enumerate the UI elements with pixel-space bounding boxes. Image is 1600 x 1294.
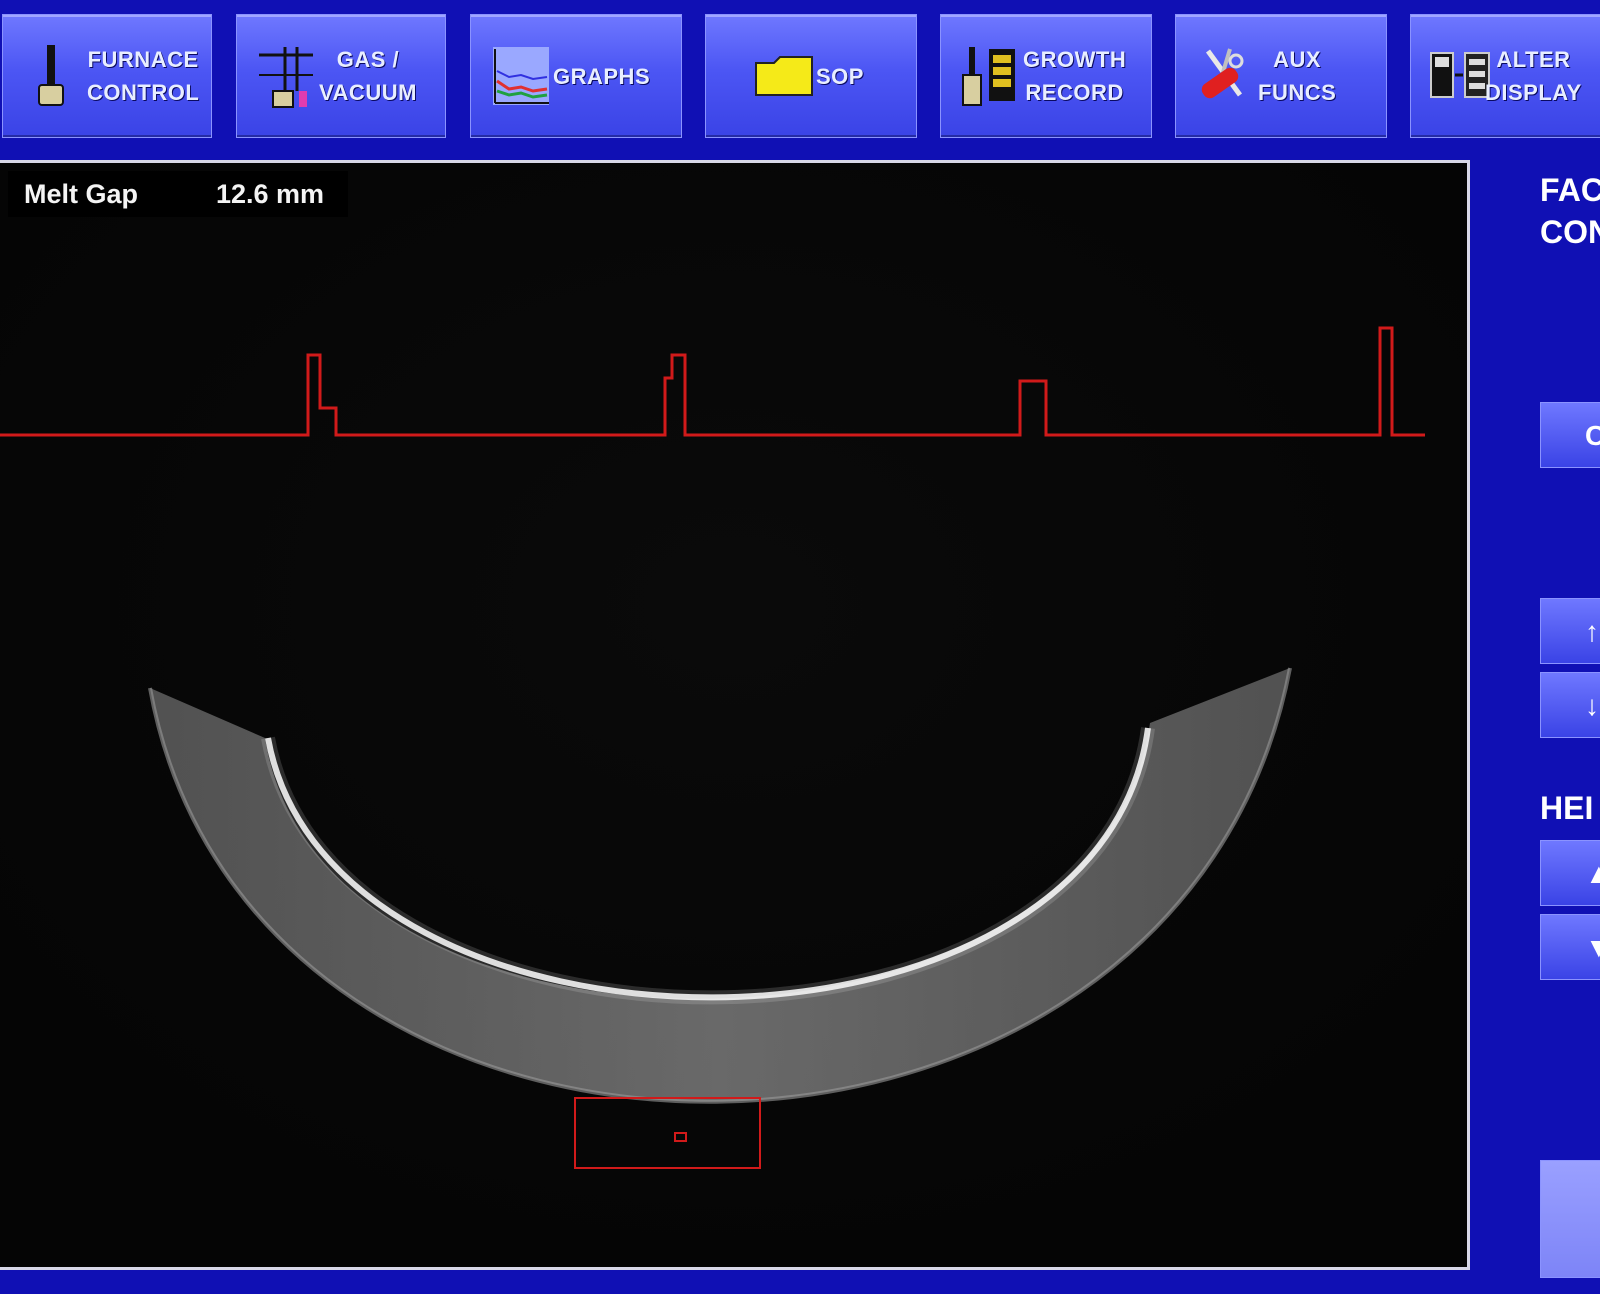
side-c-button[interactable]: C [1540, 402, 1600, 468]
display-icon [1430, 52, 1490, 98]
aux-funcs-label-2: FUNCS [1258, 80, 1337, 105]
alter-display-label-1: ALTER [1496, 47, 1571, 72]
side-panel: FAC CON C ↑ ↓ HEI ▲ ▼ [1470, 150, 1600, 1294]
furnace-icon [38, 45, 64, 106]
camera-image [0, 163, 1467, 1267]
height-up-button[interactable]: ▲ [1540, 840, 1600, 906]
aux-funcs-button[interactable]: AUX FUNCS [1175, 14, 1387, 138]
up-arrow-button[interactable]: ↑ [1540, 598, 1600, 664]
gas-vacuum-button[interactable]: GAS / VACUUM [236, 14, 446, 138]
melt-gap-readout: Melt Gap 12.6 mm [8, 171, 348, 217]
height-down-button[interactable]: ▼ [1540, 914, 1600, 980]
toolbar: FURNACE CONTROL GAS / VACUUM GRAPHS SOP … [0, 0, 1600, 150]
aux-funcs-label-1: AUX [1273, 47, 1322, 72]
folder-icon [755, 56, 813, 96]
furnace-control-label-1: FURNACE [87, 47, 199, 72]
sop-button[interactable]: SOP [705, 14, 917, 138]
growth-record-icon [962, 47, 1015, 106]
sop-label: SOP [816, 63, 864, 89]
height-label: HEI [1540, 790, 1594, 826]
down-arrow-button[interactable]: ↓ [1540, 672, 1600, 738]
growth-record-label-2: RECORD [1025, 80, 1124, 105]
side-title-line-2: CON [1540, 214, 1600, 250]
graph-icon [493, 47, 549, 105]
furnace-control-label-2: CONTROL [87, 80, 200, 105]
graphs-label: GRAPHS [553, 63, 651, 89]
side-bottom-button[interactable] [1540, 1160, 1600, 1278]
gas-valve-icon [259, 47, 313, 108]
furnace-control-button[interactable]: FURNACE CONTROL [2, 14, 212, 138]
graphs-button[interactable]: GRAPHS [470, 14, 682, 138]
gas-vacuum-label-2: VACUUM [319, 80, 417, 105]
alter-display-button[interactable]: ALTER DISPLAY [1410, 14, 1600, 138]
growth-record-button[interactable]: GROWTH RECORD [940, 14, 1152, 138]
melt-gap-value: 12.6 mm [216, 178, 325, 209]
growth-record-label-1: GROWTH [1023, 47, 1127, 72]
side-title-line-1: FAC [1540, 172, 1600, 208]
camera-viewport[interactable]: Melt Gap 12.6 mm [0, 160, 1470, 1270]
tools-icon [1201, 48, 1244, 99]
alter-display-label-2: DISPLAY [1485, 80, 1582, 105]
gas-vacuum-label-1: GAS / [336, 47, 400, 72]
melt-gap-label: Melt Gap [24, 178, 139, 209]
